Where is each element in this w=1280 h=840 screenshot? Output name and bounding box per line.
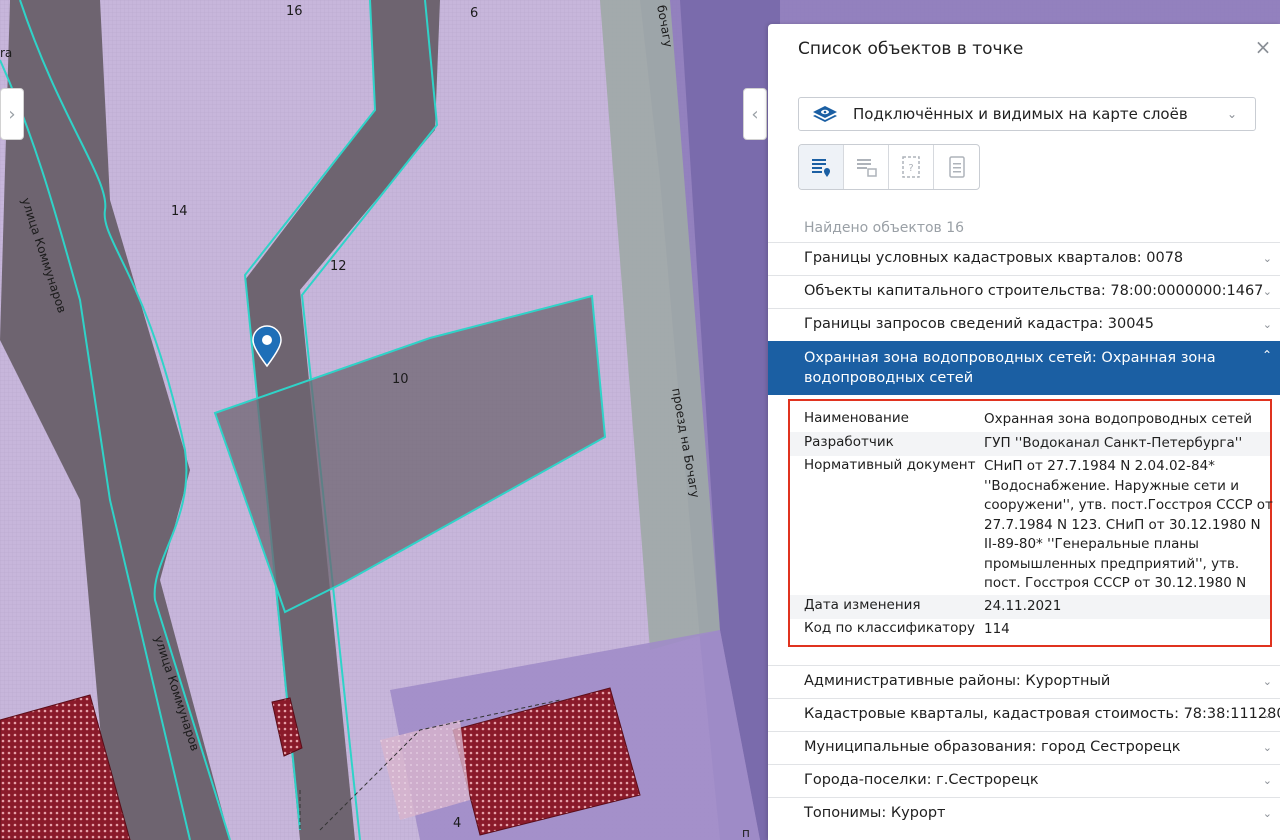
expand-left-panel-button[interactable]: › xyxy=(0,88,24,140)
list-point-button[interactable] xyxy=(799,145,844,189)
accordion-item[interactable]: Топонимы: Курорт ⌄ xyxy=(768,797,1280,830)
chevron-down-icon: ⌄ xyxy=(1262,708,1272,721)
accordion-item-label: Кадастровые кварталы, кадастровая стоимо… xyxy=(804,706,1280,722)
accordion-item[interactable]: Объекты капитального строительства: 78:0… xyxy=(768,275,1280,308)
accordion-item[interactable]: Кадастровые кварталы, кадастровая стоимо… xyxy=(768,698,1280,731)
attribute-row: Наименование Охранная зона водопроводных… xyxy=(790,410,1270,432)
chevron-down-icon: ⌄ xyxy=(1262,774,1272,787)
help-doc-icon: ? xyxy=(902,156,920,178)
attribute-value: Охранная зона водопроводных сетей xyxy=(984,411,1253,427)
accordion-item-label: Муниципальные образования: город Сестрор… xyxy=(804,739,1181,755)
map-number-14: 14 xyxy=(171,204,188,219)
collapse-right-panel-button[interactable]: ‹ xyxy=(743,88,767,140)
list-table-icon xyxy=(857,159,877,177)
chevron-down-icon: ⌄ xyxy=(1227,107,1238,121)
map-number-10: 10 xyxy=(392,372,409,387)
accordion-item-label: Границы условных кадастровых кварталов: … xyxy=(804,250,1184,266)
map-number-16: 16 xyxy=(286,4,303,19)
layer-filter-value: Подключённых и видимых на карте слоёв xyxy=(853,105,1188,123)
accordion-item[interactable]: Границы условных кадастровых кварталов: … xyxy=(768,242,1280,275)
accordion-item-body: Наименование Охранная зона водопроводных… xyxy=(768,395,1280,665)
svg-text:?: ? xyxy=(908,163,913,174)
chevron-down-icon: ⌄ xyxy=(1262,318,1272,331)
attribute-value: 24.11.2021 xyxy=(984,598,1062,614)
objects-panel: Список объектов в точке × Подключённых и… xyxy=(768,24,1280,840)
accordion-item[interactable]: Города-поселки: г.Сестрорецк ⌄ xyxy=(768,764,1280,797)
attribute-key: Код по классификатору xyxy=(804,620,975,636)
attribute-key: Наименование xyxy=(804,410,909,426)
attribute-value: 114 xyxy=(984,621,1010,637)
chevron-down-icon: ⌄ xyxy=(1262,741,1272,754)
accordion-item[interactable]: Административные районы: Курортный ⌄ xyxy=(768,665,1280,698)
chevron-down-icon: ⌄ xyxy=(1262,807,1272,820)
list-table-button[interactable] xyxy=(844,145,889,189)
map-number-4: 4 xyxy=(453,816,462,831)
attribute-key: Разработчик xyxy=(804,434,894,450)
document-button[interactable] xyxy=(934,145,979,189)
map-label-fragment: ra xyxy=(0,46,13,60)
accordion-item-label: Топонимы: Курорт xyxy=(804,805,946,821)
accordion-item-expanded[interactable]: Охранная зона водопроводных сетей: Охран… xyxy=(768,341,1280,395)
map-label-fragment-p: п xyxy=(742,826,750,840)
attribute-key: Нормативный документ xyxy=(804,457,976,473)
chevron-down-icon: ⌄ xyxy=(1262,675,1272,688)
accordion-item-label: Границы запросов сведений кадастра: 3004… xyxy=(804,316,1154,332)
accordion-item[interactable]: Границы запросов сведений кадастра: 3004… xyxy=(768,308,1280,341)
close-icon: × xyxy=(1254,35,1272,59)
layers-icon xyxy=(813,106,837,122)
objects-accordion: Границы условных кадастровых кварталов: … xyxy=(768,242,1280,830)
map-number-6: 6 xyxy=(470,6,479,21)
view-mode-toolbar: ? xyxy=(798,144,980,190)
chevron-down-icon: ⌄ xyxy=(1262,285,1272,298)
accordion-item-label: Охранная зона водопроводных сетей: Охран… xyxy=(804,350,1216,386)
chevron-right-icon: › xyxy=(8,103,16,125)
chevron-down-icon: ⌄ xyxy=(1262,252,1272,265)
attribute-row: Дата изменения 24.11.2021 xyxy=(790,595,1270,619)
document-icon xyxy=(948,156,965,178)
attribute-key: Дата изменения xyxy=(804,597,921,613)
help-doc-button[interactable]: ? xyxy=(889,145,934,189)
list-point-icon xyxy=(812,159,830,177)
attribute-row: Код по классификатору 114 xyxy=(790,620,1270,642)
layer-filter-select[interactable]: Подключённых и видимых на карте слоёв ⌄ xyxy=(798,97,1256,131)
accordion-item-label: Административные районы: Курортный xyxy=(804,673,1111,689)
attribute-value: ГУП ''Водоканал Санкт-Петербурга'' xyxy=(984,435,1243,451)
close-button[interactable]: × xyxy=(1252,36,1274,58)
accordion-item-label: Города-поселки: г.Сестрорецк xyxy=(804,772,1039,788)
chevron-up-icon: ⌃ xyxy=(1261,348,1272,362)
map-number-12: 12 xyxy=(330,259,347,274)
accordion-item-label: Объекты капитального строительства: 78:0… xyxy=(804,283,1264,299)
found-count: Найдено объектов 16 xyxy=(804,220,965,236)
accordion-item[interactable]: Муниципальные образования: город Сестрор… xyxy=(768,731,1280,764)
chevron-left-icon: ‹ xyxy=(751,103,759,125)
attribute-row: Нормативный документ СНиП от 27.7.1984 N… xyxy=(790,457,1273,611)
attributes-table: Наименование Охранная зона водопроводных… xyxy=(788,399,1273,647)
attribute-row: Разработчик ГУП ''Водоканал Санкт-Петерб… xyxy=(790,432,1270,456)
attribute-value: СНиП от 27.7.1984 N 2.04.02-84* ''Водосн… xyxy=(984,458,1273,611)
panel-title: Список объектов в точке xyxy=(798,39,1024,59)
